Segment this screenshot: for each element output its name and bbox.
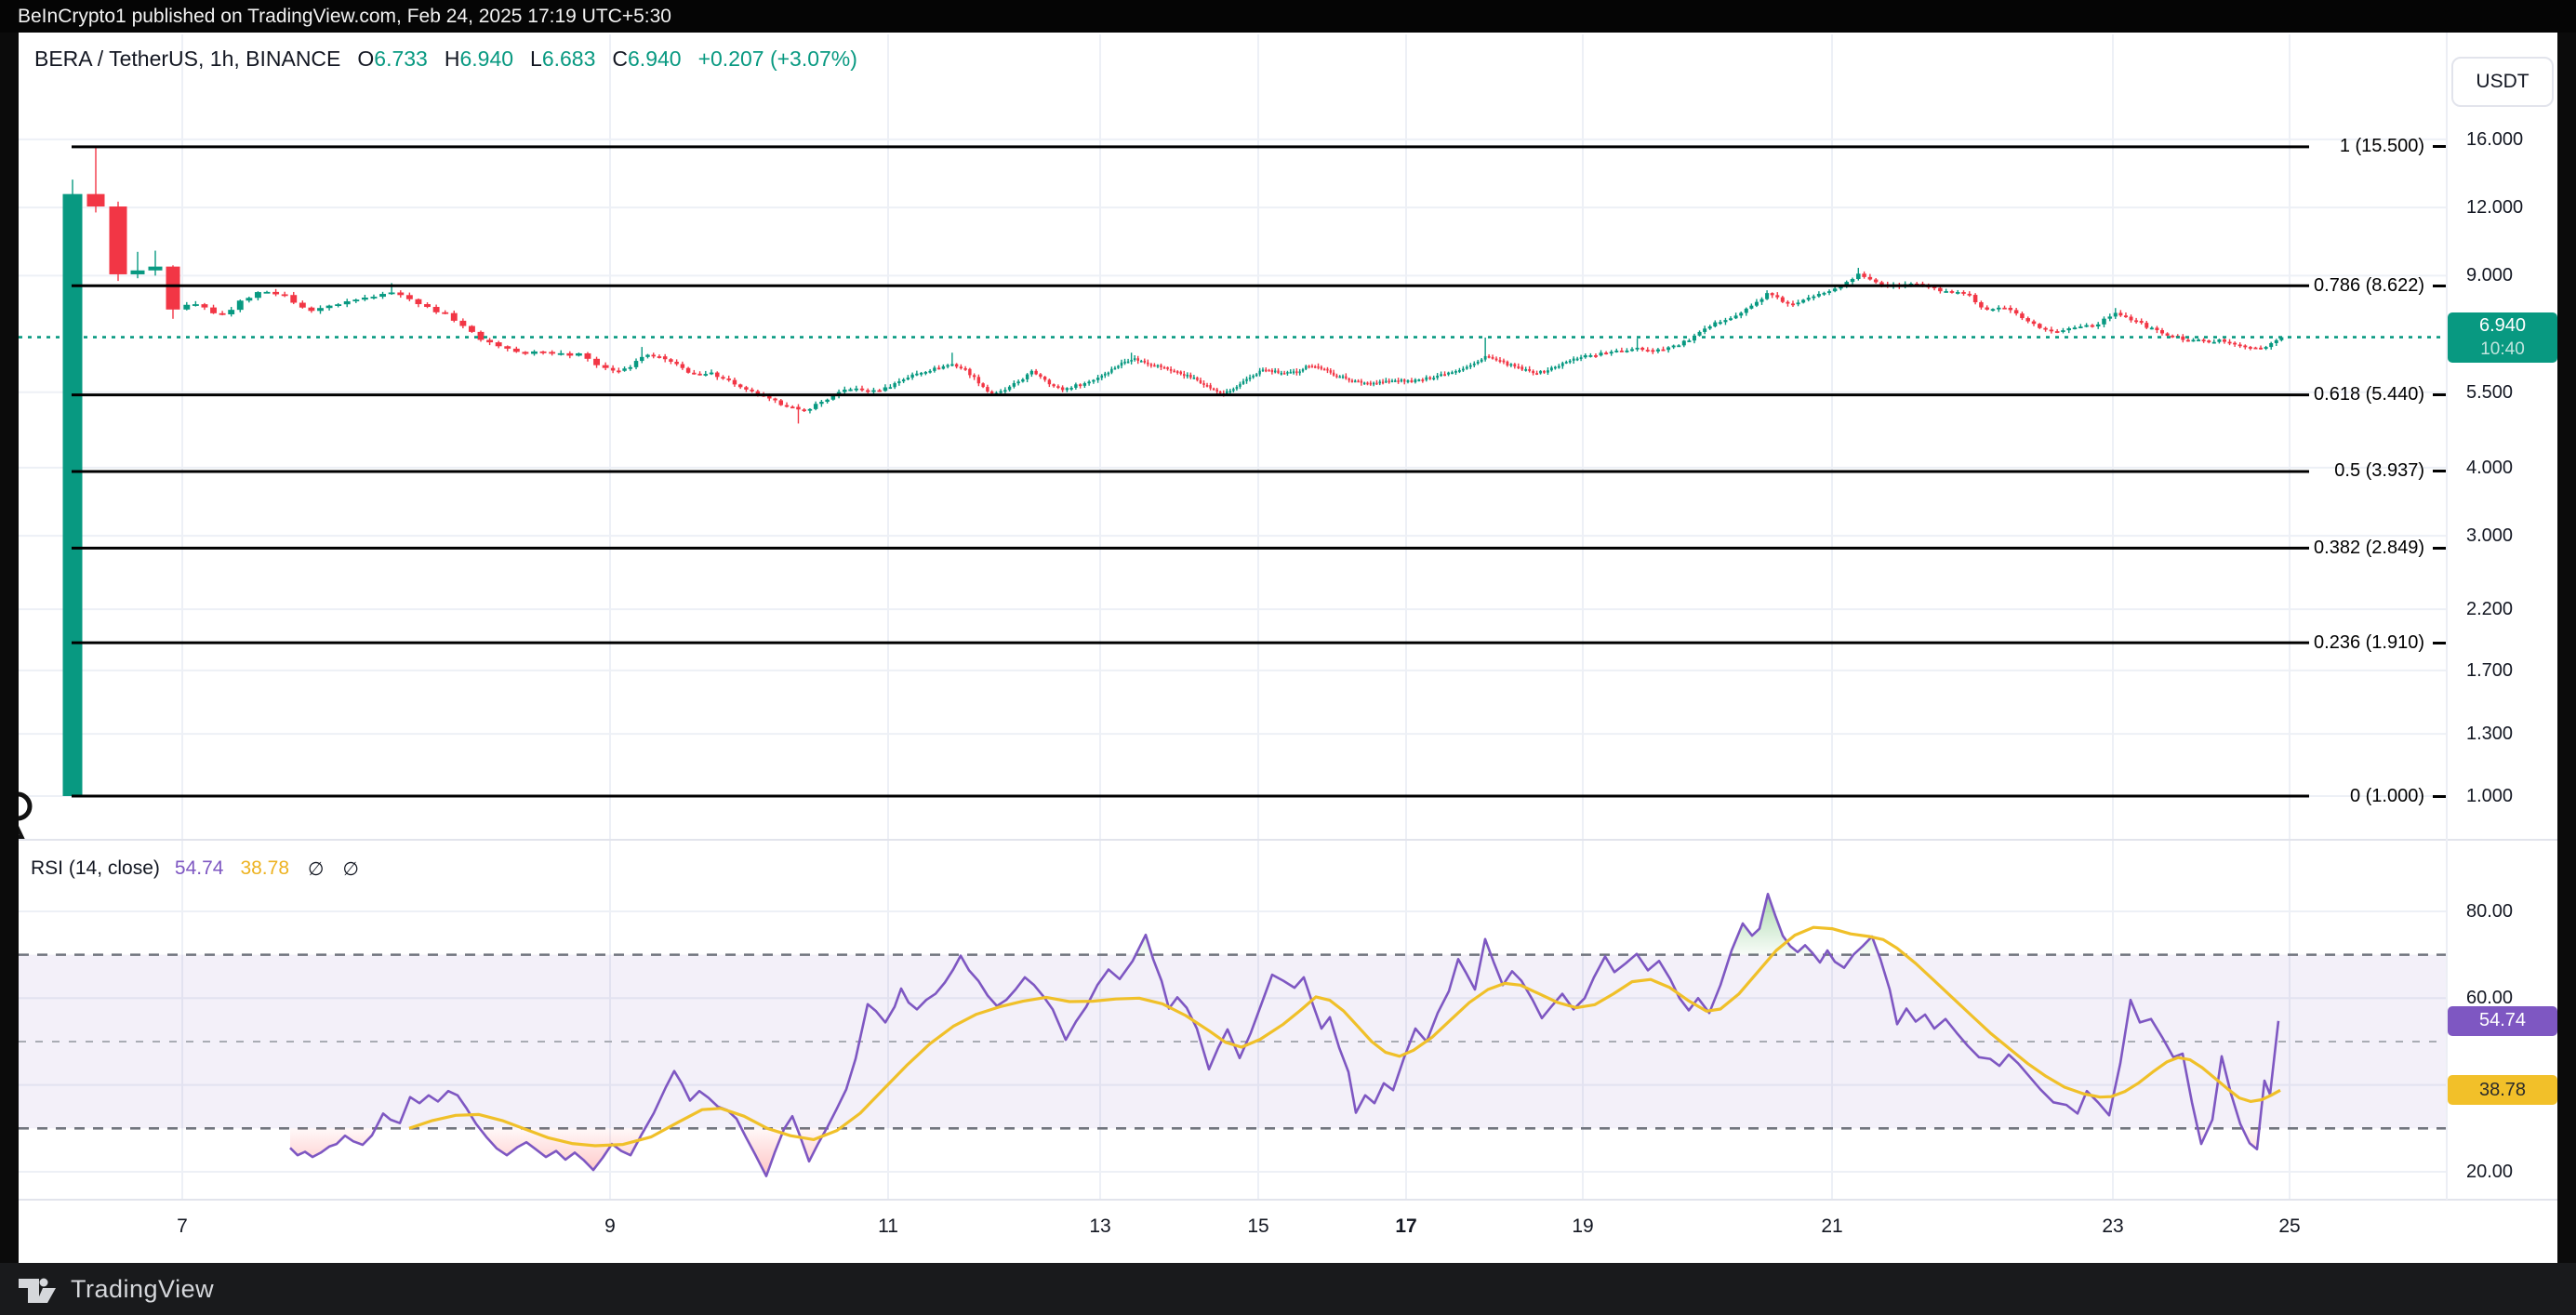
fib-level-label: 0.618 (5.440) [2314, 382, 2446, 408]
chart-canvas[interactable] [19, 33, 2557, 1263]
price-axis-label: 1.300 [2466, 722, 2557, 746]
rsi-indicator-header: RSI (14, close) 54.74 38.78 ∅ ∅ [31, 855, 359, 883]
price-axis-label: 3.000 [2466, 524, 2557, 548]
fib-label-tick [2433, 795, 2446, 798]
symbol-header: BERA / TetherUS, 1h, BINANCE O6.733 H6.9… [34, 44, 857, 73]
time-axis-label: 11 [860, 1214, 916, 1240]
rsi-ma-value: 38.78 [240, 857, 289, 880]
fib-label-tick [2433, 642, 2446, 644]
footer-brand[interactable]: TradingView [71, 1275, 214, 1304]
time-axis-label: 17 [1378, 1214, 1434, 1240]
fib-label-tick [2433, 285, 2446, 287]
price-axis-label: 1.000 [2466, 784, 2557, 808]
publish-bar: BeInCrypto1 published on TradingView.com… [0, 0, 2576, 33]
fib-retracement-lines[interactable] [72, 147, 2309, 796]
tradingview-snapshot: BeInCrypto1 published on TradingView.com… [0, 0, 2576, 1315]
fib-label-tick [2433, 470, 2446, 472]
rsi-zone-fill [1136, 897, 1880, 954]
empty-set-icon[interactable]: ∅ [308, 857, 324, 881]
bar-countdown: 10:40 [2480, 338, 2525, 361]
ohlc-low: L6.683 [530, 46, 595, 72]
rsi-axis-label: 20.00 [2466, 1160, 2557, 1184]
price-axis-label: 12.000 [2466, 195, 2557, 219]
currency-toggle-button[interactable]: USDT [2451, 57, 2554, 107]
price-change: +0.207 (+3.07%) [698, 46, 857, 72]
tradingview-logo-icon[interactable] [19, 1275, 60, 1303]
ohlc-open: O6.733 [357, 46, 427, 72]
time-axis-label: 25 [2262, 1214, 2317, 1240]
time-axis-label: 19 [1555, 1214, 1611, 1240]
fib-level-label: 1 (15.500) [2340, 134, 2446, 160]
price-axis-label: 9.000 [2466, 263, 2557, 287]
ohlc-close: C6.940 [612, 46, 681, 72]
time-axis-label: 9 [582, 1214, 638, 1240]
ohlc-high: H6.940 [445, 46, 513, 72]
rsi-axis-label: 80.00 [2466, 899, 2557, 923]
symbol-title: BERA / TetherUS, 1h, BINANCE [34, 46, 340, 72]
fib-level-label: 0.5 (3.937) [2334, 458, 2446, 485]
rsi-value-badge: 54.74 [2448, 1006, 2557, 1036]
fib-level-label: 0.786 (8.622) [2314, 272, 2446, 299]
time-axis-label: 21 [1804, 1214, 1860, 1240]
rsi-ma-badge: 38.78 [2448, 1075, 2557, 1105]
fib-label-tick [2433, 547, 2446, 550]
rsi-zone-fill [290, 1128, 2260, 1176]
time-axis-label: 7 [154, 1214, 210, 1240]
price-axis-label: 5.500 [2466, 380, 2557, 405]
fib-label-tick [2433, 145, 2446, 148]
rsi-title: RSI (14, close) [31, 857, 160, 880]
fib-label-tick [2433, 393, 2446, 396]
time-axis-label: 23 [2085, 1214, 2141, 1240]
fib-level-label: 0.382 (2.849) [2314, 535, 2446, 561]
price-axis-label: 1.700 [2466, 658, 2557, 683]
price-axis-label: 4.000 [2466, 456, 2557, 480]
empty-set-icon[interactable]: ∅ [342, 857, 358, 881]
time-axis-label: 15 [1230, 1214, 1286, 1240]
timeaxis-separator [19, 1199, 2557, 1201]
watermark-logo-icon [19, 790, 30, 838]
publish-text: BeInCrypto1 published on TradingView.com… [18, 6, 671, 27]
chart-area[interactable]: BERA / TetherUS, 1h, BINANCE O6.733 H6.9… [19, 33, 2557, 1263]
price-axis-label: 16.000 [2466, 127, 2557, 152]
fib-level-label: 0 (1.000) [2350, 783, 2446, 809]
footer-bar: TradingView [0, 1263, 2576, 1315]
price-axis-label: 2.200 [2466, 597, 2557, 621]
rsi-value: 54.74 [175, 857, 224, 880]
pane-separator[interactable] [19, 839, 2557, 841]
current-price-badge: 6.940 10:40 [2448, 312, 2557, 363]
time-axis-label: 13 [1072, 1214, 1128, 1240]
fib-level-label: 0.236 (1.910) [2314, 630, 2446, 656]
